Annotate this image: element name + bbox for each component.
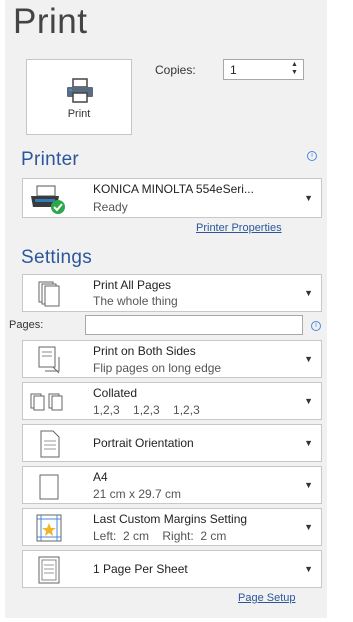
- collation-select[interactable]: Collated 1,2,3 1,2,3 1,2,3 ▼: [22, 382, 322, 420]
- pages-per-sheet-icon: [38, 556, 60, 584]
- info-icon[interactable]: i: [311, 321, 321, 331]
- margins-icon: [36, 514, 62, 542]
- printer-status: Ready: [93, 200, 128, 214]
- setting-line1: Print All Pages: [93, 278, 172, 292]
- setting-line2: The whole thing: [93, 294, 178, 308]
- chevron-down-icon: ▼: [304, 288, 313, 298]
- paper-size-select[interactable]: A4 21 cm x 29.7 cm ▼: [22, 466, 322, 504]
- printer-name: KONICA MINOLTA 554eSeri...: [93, 182, 254, 196]
- pages-label: Pages:: [9, 319, 44, 331]
- collate-icon: [30, 393, 63, 411]
- copies-value: 1: [230, 63, 237, 77]
- print-backstage-panel: Print Print Copies: 1 ▲ ▼ Printer i KONIC…: [5, 0, 327, 618]
- chevron-down-icon: ▼: [304, 438, 313, 448]
- setting-line1: Last Custom Margins Setting: [93, 512, 248, 526]
- setting-line2: Left: 2 cm Right: 2 cm: [93, 529, 227, 543]
- pages-icon: [38, 281, 60, 307]
- settings-heading: Settings: [21, 247, 93, 268]
- setting-line1: 1 Page Per Sheet: [93, 562, 188, 576]
- portrait-icon: [40, 430, 60, 458]
- pages-input[interactable]: [85, 315, 303, 335]
- chevron-down-icon: ▼: [304, 354, 313, 364]
- setting-line1: Portrait Orientation: [93, 436, 194, 450]
- chevron-down-icon: ▼: [304, 396, 313, 406]
- page-setup-link[interactable]: Page Setup: [238, 592, 296, 604]
- chevron-down-icon: ▼: [304, 480, 313, 490]
- setting-line1: Print on Both Sides: [93, 344, 196, 358]
- pages-per-sheet-select[interactable]: 1 Page Per Sheet ▼: [22, 550, 322, 588]
- paper-size-icon: [39, 474, 59, 500]
- info-icon[interactable]: i: [307, 151, 317, 161]
- printer-select[interactable]: KONICA MINOLTA 554eSeri... Ready ▼: [22, 178, 322, 218]
- copies-stepper[interactable]: 1 ▲ ▼: [223, 59, 304, 80]
- chevron-down-icon: ▼: [304, 193, 313, 203]
- setting-line1: A4: [93, 470, 108, 484]
- printer-heading: Printer: [21, 149, 80, 170]
- setting-line2: 21 cm x 29.7 cm: [93, 487, 182, 501]
- setting-line2: 1,2,3 1,2,3 1,2,3: [93, 403, 200, 417]
- chevron-down-icon: ▼: [304, 564, 313, 574]
- duplex-icon: [38, 346, 60, 374]
- orientation-select[interactable]: Portrait Orientation ▼: [22, 424, 322, 462]
- printer-icon: [67, 78, 93, 103]
- printer-properties-link[interactable]: Printer Properties: [196, 222, 282, 234]
- print-button-label: Print: [67, 108, 91, 120]
- spin-arrows-icon[interactable]: ▲ ▼: [291, 61, 299, 77]
- duplex-select[interactable]: Print on Both Sides Flip pages on long e…: [22, 340, 322, 378]
- printer-status-icon: [31, 185, 65, 214]
- chevron-down-icon: ▼: [304, 522, 313, 532]
- setting-line2: Flip pages on long edge: [93, 361, 222, 375]
- print-range-select[interactable]: Print All Pages The whole thing ▼: [22, 274, 322, 312]
- page-title: Print: [13, 2, 88, 41]
- print-button[interactable]: Print: [26, 59, 132, 135]
- margins-select[interactable]: Last Custom Margins Setting Left: 2 cm R…: [22, 508, 322, 546]
- copies-label: Copies:: [155, 63, 196, 77]
- setting-line1: Collated: [93, 386, 138, 400]
